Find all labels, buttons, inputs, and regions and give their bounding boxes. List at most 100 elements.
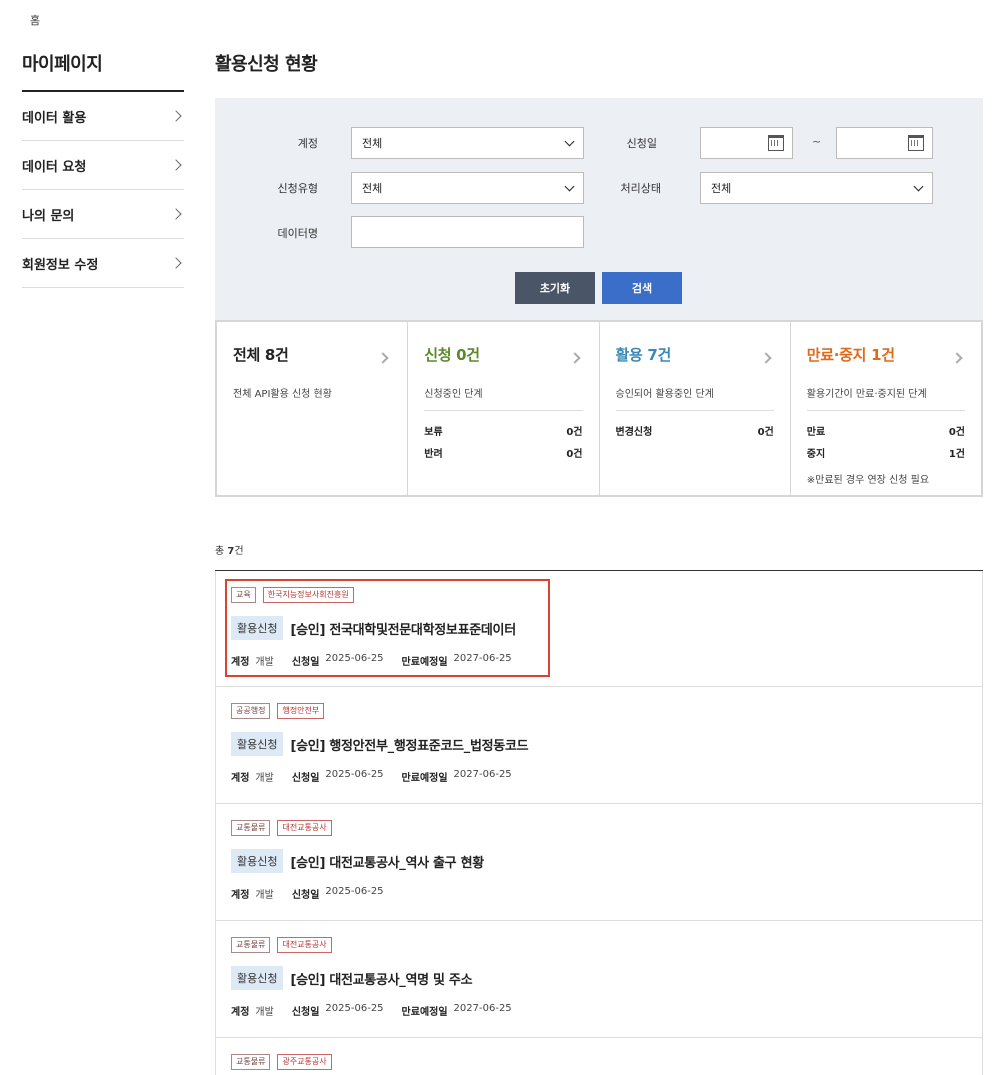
summary-row-value: 1건 xyxy=(948,448,965,460)
org-tag: 광주교통공사 xyxy=(277,1054,332,1070)
category-tag: 교통물류 xyxy=(231,937,271,953)
meta-account: 개발 xyxy=(255,657,274,668)
summary-row: 변경신청 0건 xyxy=(616,419,774,441)
list-item[interactable]: 교통물류 대전교통공사 활용신청 [승인] 대전교통공사_역명 및 주소 계정 개발 … xyxy=(215,921,983,1038)
status-select[interactable]: 전체 xyxy=(700,172,933,204)
date-label: 신청일 xyxy=(626,137,657,150)
meta-label: 신청일 xyxy=(291,890,320,901)
summary-row-label: 만료 xyxy=(806,426,826,438)
summary-row: 만료 0건 xyxy=(807,419,965,441)
summary-row-label: 보류 xyxy=(424,426,443,438)
sidebar-item-data-request[interactable]: 데이터 요청 xyxy=(22,141,184,190)
meta-label: 계정 xyxy=(231,657,250,668)
meta-label: 신청일 xyxy=(291,1007,320,1018)
request-type-select-value: 전체 xyxy=(362,182,383,195)
sidebar-item-label: 회원정보 수정 xyxy=(22,257,99,273)
meta-expire-date: 2027-06-25 xyxy=(453,1003,512,1014)
breadcrumb-home[interactable]: 홈 xyxy=(30,12,40,28)
summary-rows: 변경신청 0건 xyxy=(615,410,774,441)
reset-button[interactable]: 초기화 xyxy=(515,272,595,304)
total-prefix: 총 xyxy=(215,546,228,557)
summary-row: 중지 1건 xyxy=(807,441,965,463)
sidebar-title: 마이페이지 xyxy=(22,50,184,92)
summary-rows: 보류 0건 반려 0건 xyxy=(424,410,583,463)
summary-rows: 만료 0건 중지 1건 ※만료된 경우 연장 신청 필요 xyxy=(806,410,965,486)
summary-expired[interactable]: 만료·중지 1건 활용기간이 만료·중지된 단계 만료 0건 중지 1건 ※만료된 … xyxy=(791,322,981,495)
data-name-label: 데이터명 xyxy=(277,227,318,240)
total-count: 총 7건 xyxy=(215,542,244,557)
sidebar-item-data-usage[interactable]: 데이터 활용 xyxy=(22,92,184,141)
item-title[interactable]: [승인] 전국대학및전문대학정보표준데이터 xyxy=(290,619,516,638)
item-title[interactable]: [승인] 대전교통공사_역사 출구 현황 xyxy=(290,852,484,871)
summary-title: 활용 7건 xyxy=(615,346,672,364)
org-tag: 한국지능정보사회진흥원 xyxy=(262,587,354,603)
summary-row: 보류 0건 xyxy=(424,419,582,441)
calendar-icon[interactable] xyxy=(768,135,784,151)
account-label: 계정 xyxy=(297,137,318,150)
list-item[interactable]: 교통물류 대전교통공사 활용신청 [승인] 대전교통공사_역사 출구 현황 계정 개발… xyxy=(215,804,983,921)
request-type-label: 신청유형 xyxy=(277,182,318,195)
account-select-value: 전체 xyxy=(362,137,383,150)
meta-applied-date: 2025-06-25 xyxy=(325,653,384,664)
total-suffix: 건 xyxy=(234,546,244,557)
meta-applied-date: 2025-06-25 xyxy=(325,886,384,897)
sidebar-item-my-inquiry[interactable]: 나의 문의 xyxy=(22,190,184,239)
category-tag: 교육 xyxy=(231,587,256,603)
meta-expire-date: 2027-06-25 xyxy=(453,653,512,664)
summary-desc: 전체 API활용 신청 현황 xyxy=(233,389,332,400)
meta-label: 만료예정일 xyxy=(401,773,448,784)
summary-row-value: 0건 xyxy=(757,426,774,438)
summary-desc: 승인되어 활용중인 단계 xyxy=(615,389,714,400)
org-tag: 대전교통공사 xyxy=(277,820,332,836)
search-button[interactable]: 검색 xyxy=(602,272,682,304)
meta-applied-date: 2025-06-25 xyxy=(325,769,384,780)
sidebar-item-edit-profile[interactable]: 회원정보 수정 xyxy=(22,239,184,288)
summary-note: ※만료된 경우 연장 신청 필요 xyxy=(806,475,930,486)
status-summary: 전체 8건 전체 API활용 신청 현황 신청 0건 신청중인 단계 보류 0건 … xyxy=(215,320,983,497)
summary-title: 신청 0건 xyxy=(424,346,480,364)
summary-row-value: 0건 xyxy=(566,426,583,438)
search-panel: 계정 전체 신청일 ~ 신청유형 전체 처리상태 전체 데이터명 초기화 검색 xyxy=(215,98,983,320)
meta-label: 계정 xyxy=(231,773,250,784)
type-badge: 활용신청 xyxy=(231,616,284,640)
meta-label: 계정 xyxy=(231,1007,250,1018)
category-tag: 교통물류 xyxy=(231,1054,271,1070)
type-badge: 활용신청 xyxy=(231,849,284,873)
summary-row-value: 0건 xyxy=(948,426,965,438)
start-date-input[interactable] xyxy=(700,127,793,159)
item-title[interactable]: [승인] 행정안전부_행정표준코드_법정동코드 xyxy=(290,735,528,754)
summary-in-use[interactable]: 활용 7건 승인되어 활용중인 단계 변경신청 0건 xyxy=(600,322,791,495)
type-badge: 활용신청 xyxy=(231,966,284,990)
chevron-right-icon xyxy=(170,159,182,171)
calendar-icon[interactable] xyxy=(908,135,924,151)
summary-total[interactable]: 전체 8건 전체 API활용 신청 현황 xyxy=(217,322,409,495)
org-tag: 대전교통공사 xyxy=(277,937,332,953)
list-item[interactable]: 교통물류 광주교통공사 xyxy=(215,1038,983,1075)
sidebar-item-label: 데이터 요청 xyxy=(22,159,87,175)
summary-row-value: 0건 xyxy=(566,448,583,460)
sidebar: 마이페이지 데이터 활용 데이터 요청 나의 문의 회원정보 수정 xyxy=(22,50,184,288)
sidebar-item-label: 나의 문의 xyxy=(22,208,75,224)
end-date-input[interactable] xyxy=(836,127,933,159)
list-item[interactable]: 교육 한국지능정보사회진흥원 활용신청 [승인] 전국대학및전문대학정보표준데이터 … xyxy=(215,571,983,687)
chevron-right-icon xyxy=(170,110,182,122)
meta-account: 개발 xyxy=(255,773,274,784)
sidebar-item-label: 데이터 활용 xyxy=(22,110,87,126)
summary-applied[interactable]: 신청 0건 신청중인 단계 보류 0건 반려 0건 xyxy=(408,322,600,495)
meta-account: 개발 xyxy=(255,890,274,901)
chevron-down-icon xyxy=(913,181,924,191)
chevron-down-icon xyxy=(564,136,575,146)
application-list: 교육 한국지능정보사회진흥원 활용신청 [승인] 전국대학및전문대학정보표준데이터 … xyxy=(215,570,983,1075)
chevron-right-icon xyxy=(170,257,182,269)
summary-title: 만료·중지 1건 xyxy=(806,346,895,364)
summary-row-label: 반려 xyxy=(424,448,443,460)
meta-label: 신청일 xyxy=(291,657,320,668)
account-select[interactable]: 전체 xyxy=(351,127,584,159)
data-name-input[interactable] xyxy=(351,216,584,248)
list-item[interactable]: 공공행정 행정안전부 활용신청 [승인] 행정안전부_행정표준코드_법정동코드 계정… xyxy=(215,687,983,804)
request-type-select[interactable]: 전체 xyxy=(351,172,584,204)
chevron-right-icon xyxy=(170,208,182,220)
type-badge: 활용신청 xyxy=(231,732,284,756)
item-title[interactable]: [승인] 대전교통공사_역명 및 주소 xyxy=(290,969,472,988)
meta-label: 만료예정일 xyxy=(401,1007,448,1018)
